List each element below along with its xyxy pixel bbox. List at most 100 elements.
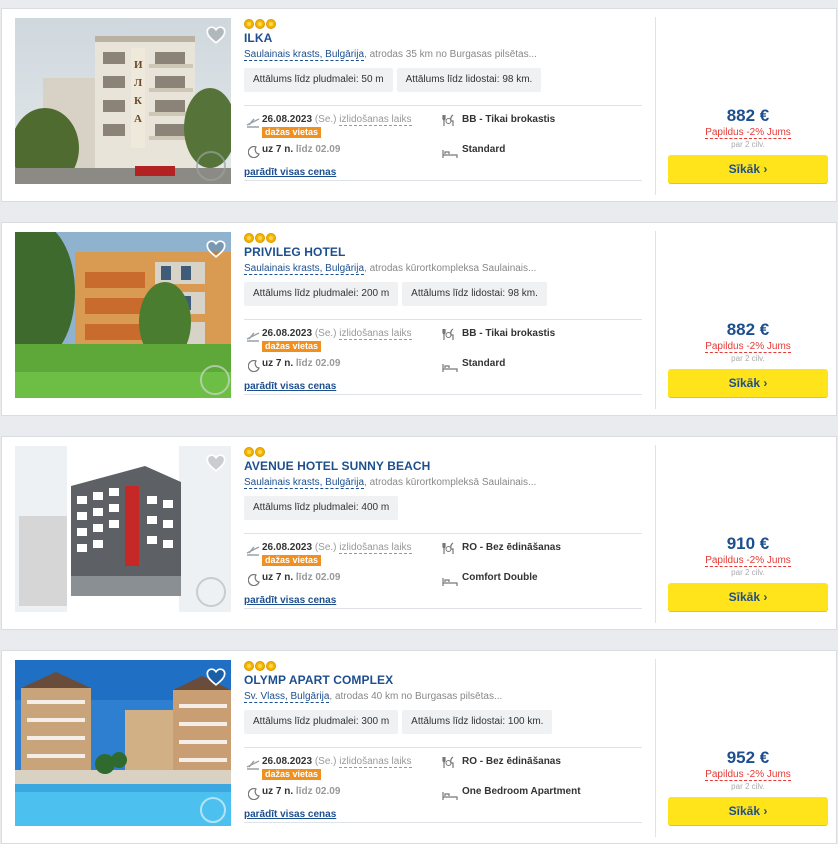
nights-info: uz 7 n. līdz 02.09 <box>262 358 340 369</box>
room-type: One Bedroom Apartment <box>462 786 581 797</box>
date-value: 26.08.2023 <box>262 114 313 125</box>
distance-pill: Attālums līdz pludmalei: 400 m <box>244 496 399 520</box>
departure-time-link[interactable]: izlidošanas laiks <box>339 328 412 340</box>
location-link[interactable]: Saulainais krasts, Bulgārija <box>244 477 365 489</box>
location-link[interactable]: Saulainais krasts, Bulgārija <box>244 263 365 275</box>
meal-icon <box>442 328 456 341</box>
star-icon <box>255 661 265 671</box>
star-icon <box>266 19 276 29</box>
bed-icon <box>442 360 458 372</box>
discount-text: Papildus -2% Jums <box>705 127 791 139</box>
location-detail: , atrodas kūrortkompleksā Saulainais... <box>364 477 537 488</box>
hotel-photo[interactable]: ИЛКА <box>15 18 231 184</box>
discount-text: Papildus -2% Jums <box>705 555 791 567</box>
hotel-info: PRIVILEG HOTEL Saulainais krasts, Bulgār… <box>244 223 642 415</box>
meal-icon <box>442 114 456 127</box>
favorite-heart-icon[interactable] <box>205 24 227 46</box>
show-all-prices-link[interactable]: parādīt visas cenas <box>244 381 336 392</box>
favorite-heart-icon[interactable] <box>205 452 227 474</box>
star-icon <box>255 233 265 243</box>
details-button[interactable]: Sīkāk › <box>668 155 828 183</box>
divider <box>655 659 656 837</box>
details-button[interactable]: Sīkāk › <box>668 369 828 397</box>
divider <box>244 747 642 748</box>
price-box: 882 € Papildus -2% Jums par 2 cilv. Sīkā… <box>668 9 828 201</box>
price: 952 € <box>726 748 770 767</box>
hotel-card: PRIVILEG HOTEL Saulainais krasts, Bulgār… <box>1 222 837 416</box>
departure-date: 26.08.2023 (Se.) izlidošanas laiks <box>262 756 412 768</box>
star-icon <box>244 447 254 457</box>
star-rating <box>244 447 265 457</box>
hotel-info: OLYMP APART COMPLEX Sv. Vlass, Bulgārija… <box>244 651 642 843</box>
star-icon <box>244 661 254 671</box>
hotel-name[interactable]: AVENUE HOTEL SUNNY BEACH <box>244 459 430 473</box>
discount-text: Papildus -2% Jums <box>705 769 791 781</box>
favorite-heart-icon[interactable] <box>205 666 227 688</box>
date-day: (Se.) <box>314 114 337 125</box>
show-all-prices-link[interactable]: parādīt visas cenas <box>244 595 336 606</box>
svg-text:И: И <box>134 59 143 71</box>
divider <box>244 822 642 823</box>
nights-count: uz 7 n. <box>262 144 294 155</box>
moon-icon <box>247 145 260 159</box>
date-value: 26.08.2023 <box>262 756 313 767</box>
location-link[interactable]: Saulainais krasts, Bulgārija <box>244 49 365 61</box>
show-all-prices-link[interactable]: parādīt visas cenas <box>244 809 336 820</box>
hotel-info: AVENUE HOTEL SUNNY BEACH Saulainais kras… <box>244 437 642 629</box>
price-per-persons: par 2 cilv. <box>731 782 765 791</box>
divider <box>244 319 642 320</box>
hotel-card: OLYMP APART COMPLEX Sv. Vlass, Bulgārija… <box>1 650 837 844</box>
divider <box>655 445 656 623</box>
departure-date: 26.08.2023 (Se.) izlidošanas laiks <box>262 542 412 554</box>
price-per-persons: par 2 cilv. <box>731 354 765 363</box>
favorite-heart-icon[interactable] <box>205 238 227 260</box>
nights-count: uz 7 n. <box>262 572 294 583</box>
hotel-photo[interactable] <box>15 660 231 826</box>
distance-pill: Attālums līdz pludmalei: 50 m <box>244 68 393 92</box>
divider <box>244 105 642 106</box>
meal-plan: BB - Tikai brokastis <box>462 328 556 339</box>
availability-badge: dažas vietas <box>262 341 322 352</box>
hotel-name[interactable]: ILKA <box>244 31 272 45</box>
star-icon <box>266 233 276 243</box>
divider <box>244 608 642 609</box>
discount-note: Papildus -2% Jums <box>668 127 828 139</box>
departure-date: 26.08.2023 (Se.) izlidošanas laiks <box>262 328 412 340</box>
price-per-persons: par 2 cilv. <box>731 568 765 577</box>
price: 882 € <box>726 320 770 339</box>
plane-icon <box>246 543 260 556</box>
room-type: Comfort Double <box>462 572 538 583</box>
star-icon <box>266 661 276 671</box>
discount-note: Papildus -2% Jums <box>668 769 828 781</box>
details-button[interactable]: Sīkāk › <box>668 583 828 611</box>
plane-icon <box>246 115 260 128</box>
price: 882 € <box>726 106 770 125</box>
hotel-location: Saulainais krasts, Bulgārija, atrodas kū… <box>244 263 536 275</box>
hotel-photo[interactable] <box>15 232 231 398</box>
meal-plan: BB - Tikai brokastis <box>462 114 556 125</box>
hotel-name[interactable]: OLYMP APART COMPLEX <box>244 673 393 687</box>
availability-badge: dažas vietas <box>262 127 322 138</box>
nights-info: uz 7 n. līdz 02.09 <box>262 572 340 583</box>
distance-pill: Attālums līdz lidostai: 98 km. <box>402 282 547 306</box>
hotel-name[interactable]: PRIVILEG HOTEL <box>244 245 345 259</box>
location-link[interactable]: Sv. Vlass, Bulgārija <box>244 691 330 703</box>
departure-time-link[interactable]: izlidošanas laiks <box>339 756 412 768</box>
details-button[interactable]: Sīkāk › <box>668 797 828 825</box>
svg-text:А: А <box>134 113 142 125</box>
departure-time-link[interactable]: izlidošanas laiks <box>339 542 412 554</box>
moon-icon <box>247 573 260 587</box>
nights-info: uz 7 n. līdz 02.09 <box>262 786 340 797</box>
hotel-location: Saulainais krasts, Bulgārija, atrodas 35… <box>244 49 537 61</box>
hotel-card: AVENUE HOTEL SUNNY BEACH Saulainais kras… <box>1 436 837 630</box>
show-all-prices-link[interactable]: parādīt visas cenas <box>244 167 336 178</box>
hotel-photo[interactable] <box>15 446 231 612</box>
date-value: 26.08.2023 <box>262 542 313 553</box>
departure-time-link[interactable]: izlidošanas laiks <box>339 114 412 126</box>
until-date: līdz 02.09 <box>295 358 341 369</box>
svg-text:К: К <box>134 95 142 107</box>
hotel-location: Sv. Vlass, Bulgārija, atrodas 40 km no B… <box>244 691 503 703</box>
distance-pill: Attālums līdz pludmalei: 200 m <box>244 282 399 306</box>
location-detail: , atrodas 40 km no Burgasas pilsētas... <box>329 691 503 702</box>
hotel-card: ИЛКА ILKA Saulainais krasts, Bulgārija, … <box>1 8 837 202</box>
